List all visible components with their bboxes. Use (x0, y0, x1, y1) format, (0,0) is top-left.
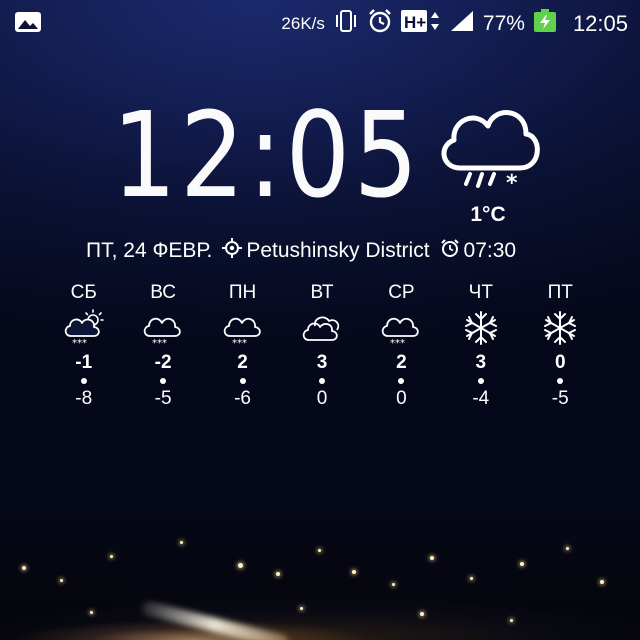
forecast-day[interactable]: ВС *** -2 -5 (123, 278, 202, 412)
forecast-day[interactable]: ПН *** 2 -6 (203, 278, 282, 412)
alarm-clock-icon (440, 238, 460, 264)
date-label[interactable]: ПТ, 24 ФЕВР. (86, 239, 212, 263)
cloud-snow-icon: *** (140, 308, 186, 348)
snowflake-icon (540, 308, 580, 348)
city-light (520, 562, 524, 566)
city-light (510, 619, 513, 622)
signal-icon (449, 9, 475, 39)
separator-dot (160, 378, 167, 384)
separator-dot (398, 378, 405, 384)
forecast-day-name: ПН (228, 282, 257, 303)
forecast-low: -5 (551, 388, 569, 409)
svg-text:***: *** (232, 338, 247, 348)
city-light (238, 563, 243, 568)
forecast-high: 2 (396, 352, 407, 373)
forecast-day-name: СБ (70, 282, 97, 303)
forecast-high: 3 (316, 352, 328, 373)
location-group[interactable]: Petushinsky District (222, 238, 430, 264)
city-night-background (0, 480, 640, 640)
separator-dot (80, 378, 87, 384)
separator-dot (239, 378, 246, 384)
forecast-day-name: ПТ (547, 282, 573, 303)
city-light (566, 547, 569, 550)
city-light (352, 570, 356, 574)
forecast-low: 0 (316, 388, 328, 409)
forecast-day[interactable]: СБ *** -1 -8 (44, 278, 123, 412)
current-weather[interactable]: * 1°C (428, 98, 548, 227)
separator-dot (318, 378, 325, 384)
forecast-high: -2 (154, 352, 172, 373)
status-icons: 26K/s H+ 77% 12:05 (281, 8, 628, 40)
net-speed: 26K/s (281, 14, 325, 33)
forecast-low: -4 (472, 388, 490, 409)
forecast-high: 3 (475, 352, 487, 373)
city-light (430, 556, 434, 560)
info-line: ПТ, 24 ФЕВР. Petushinsky District 07:30 (86, 238, 516, 264)
city-light (276, 572, 280, 576)
svg-text:***: *** (152, 338, 167, 348)
main-clock[interactable]: 12:05 (112, 96, 422, 214)
hplus-icon: H+ (400, 9, 441, 39)
alarm-time: 07:30 (463, 239, 517, 262)
forecast-day-name: СР (388, 282, 415, 303)
alarm-clock-icon (367, 8, 393, 40)
forecast-low: -6 (234, 388, 251, 409)
svg-text:***: *** (390, 338, 405, 348)
image-icon[interactable] (14, 11, 42, 39)
city-light (470, 577, 473, 580)
location-target-icon (222, 238, 243, 264)
forecast-day-name: ЧТ (468, 282, 493, 303)
city-light (318, 549, 321, 552)
city-light (60, 579, 63, 582)
svg-text:*: * (506, 171, 518, 194)
city-light (110, 555, 113, 558)
alarm-group[interactable]: 07:30 (440, 238, 517, 264)
city-light (90, 611, 93, 614)
forecast-day[interactable]: ВТ 3 0 (282, 278, 361, 412)
battery-percent: 77% (482, 12, 525, 35)
rain-snow-cloud-icon: * (428, 98, 548, 199)
cloud-snow-icon: *** (378, 308, 424, 348)
clock-time: 12:05 (112, 86, 422, 224)
forecast-day[interactable]: ПТ 0 -5 (521, 278, 600, 412)
partly-sunny-snow-icon: *** (61, 308, 107, 348)
vibrate-icon (333, 9, 359, 39)
forecast-day[interactable]: СР *** 2 0 (362, 278, 441, 412)
forecast-high: -1 (75, 352, 93, 373)
current-temperature: 1°C (470, 203, 506, 226)
separator-dot (477, 378, 484, 384)
forecast-day-name: ВС (150, 282, 177, 303)
forecast-low: 0 (396, 388, 407, 409)
battery-charging-icon (533, 8, 559, 40)
forecast-day-name: ВТ (310, 282, 334, 303)
city-light (180, 541, 183, 544)
forecast-low: -5 (154, 388, 172, 409)
city-light (300, 607, 303, 610)
forecast-low: -8 (75, 388, 93, 409)
forecast-high: 0 (554, 352, 566, 373)
forecast-day[interactable]: ЧТ 3 -4 (441, 278, 520, 412)
forecast-high: 2 (237, 352, 248, 373)
city-light (600, 580, 604, 584)
snowflake-icon (461, 308, 501, 348)
city-light (392, 583, 395, 586)
status-bar: 26K/s H+ 77% 12:05 (0, 0, 640, 46)
location-label: Petushinsky District (246, 239, 430, 262)
separator-dot (557, 378, 564, 384)
svg-text:***: *** (72, 338, 87, 348)
car-light-streak (140, 600, 290, 640)
cloud-snow-icon: *** (220, 308, 266, 348)
status-clock: 12:05 (572, 11, 628, 36)
svg-text:H+: H+ (404, 13, 426, 32)
forecast-row[interactable]: СБ *** -1 -8 ВС *** -2 -5 ПН *** 2 -6 ВТ… (44, 278, 600, 412)
city-light (420, 612, 424, 616)
city-light (22, 566, 26, 570)
cloudy-icon (299, 308, 345, 348)
